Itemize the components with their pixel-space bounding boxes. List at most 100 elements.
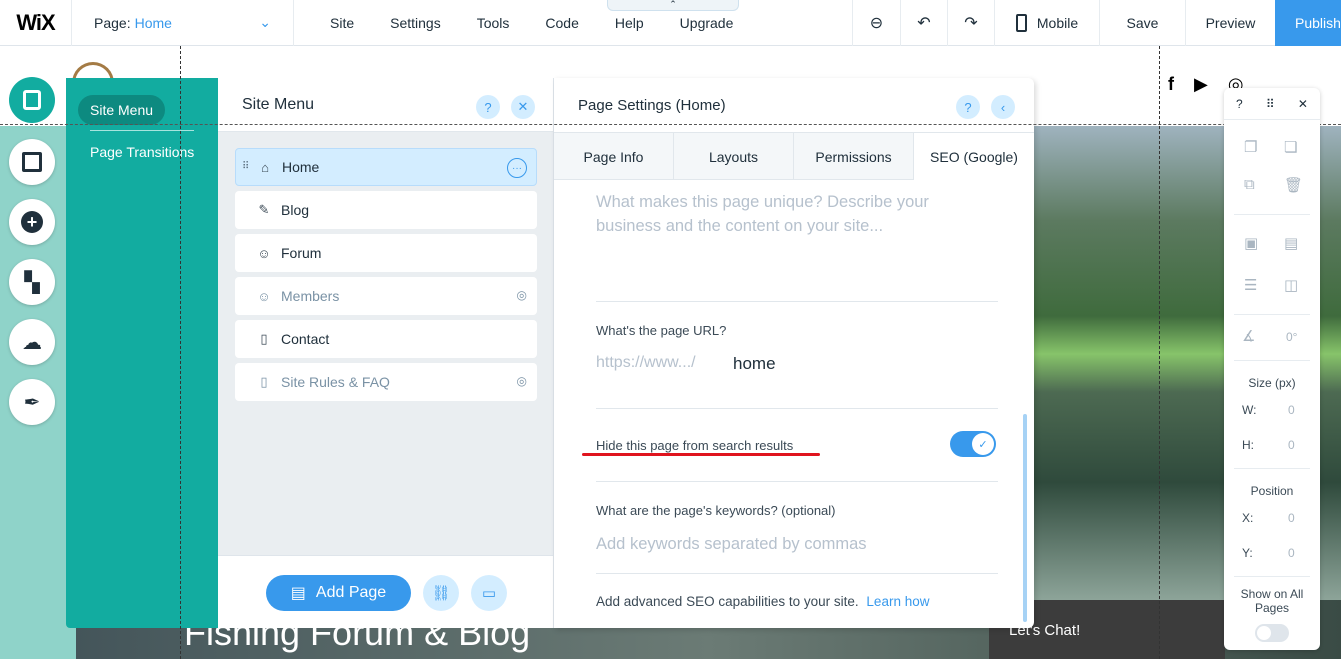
divider <box>1234 314 1310 315</box>
help-icon[interactable]: ? <box>476 95 500 119</box>
page-item-members[interactable]: ☺ Members ◎ <box>235 277 537 315</box>
tab-seo[interactable]: SEO (Google) <box>914 133 1034 180</box>
guide-line <box>0 124 1341 125</box>
preview-button[interactable]: Preview <box>1185 0 1275 46</box>
zoom-icon[interactable]: ⊖ <box>852 0 900 46</box>
page-selector[interactable]: Page: Home ⌄ <box>72 0 294 46</box>
menu-tools[interactable]: Tools <box>477 15 510 31</box>
page-selector-value: Home <box>134 14 172 31</box>
left-rail: + ▚ ☁ ✒ <box>0 77 66 628</box>
close-icon[interactable]: ✕ <box>511 95 535 119</box>
background-button[interactable] <box>9 139 55 185</box>
check-icon: ✓ <box>972 433 994 455</box>
page-item-blog[interactable]: ✎ Blog <box>235 191 537 229</box>
paste-icon[interactable]: ❏ <box>1284 138 1297 156</box>
pen-nib-icon: ✒ <box>23 391 41 414</box>
link-icon[interactable]: ⛓ <box>423 575 459 611</box>
mobile-button[interactable]: Mobile <box>994 0 1099 46</box>
learn-how-link[interactable]: Learn how <box>866 594 929 609</box>
redo-icon[interactable]: ↷ <box>947 0 994 46</box>
help-icon[interactable]: ? <box>1236 97 1243 111</box>
description-field[interactable]: What makes this page unique? Describe yo… <box>596 190 986 238</box>
page-item-home[interactable]: ⠿ ⌂ Home ··· <box>235 148 537 186</box>
page-item-forum[interactable]: ☺ Forum <box>235 234 537 272</box>
background-icon <box>22 152 42 172</box>
copy-icon[interactable]: ❐ <box>1244 138 1257 156</box>
menu-site[interactable]: Site <box>330 15 354 31</box>
add-page-button[interactable]: ▤ Add Page <box>266 575 411 611</box>
publish-button[interactable]: Publish <box>1275 0 1341 46</box>
hide-page-toggle[interactable]: ✓ <box>950 431 996 457</box>
page-item-contact[interactable]: ▯ Contact <box>235 320 537 358</box>
url-field[interactable]: home <box>733 354 776 374</box>
undo-icon[interactable]: ↶ <box>900 0 947 46</box>
distribute-icon[interactable]: ☰ <box>1244 276 1257 294</box>
tab-layouts[interactable]: Layouts <box>674 133 794 180</box>
page-item-label: Home <box>282 159 320 175</box>
close-icon[interactable]: ✕ <box>1298 97 1308 111</box>
width-label: W: <box>1242 403 1257 417</box>
hidden-eye-icon: ◎ <box>516 374 527 388</box>
add-page-icon: ▤ <box>290 585 306 602</box>
guide-line <box>1159 46 1160 659</box>
y-value[interactable]: 0 <box>1288 546 1295 560</box>
chevron-down-icon: ⌄ <box>259 13 271 30</box>
chevron-up-icon: ⌃ <box>669 0 677 9</box>
page-item-label: Site Rules & FAQ <box>281 374 390 390</box>
pages-menu-button[interactable] <box>9 77 55 123</box>
page-item-site-rules[interactable]: ▯ Site Rules & FAQ ◎ <box>235 363 537 401</box>
page-icon: ▯ <box>260 331 268 346</box>
tab-permissions[interactable]: Permissions <box>794 133 914 180</box>
height-label: H: <box>1242 438 1254 452</box>
divider <box>1234 214 1310 215</box>
more-options-icon[interactable]: ··· <box>507 158 527 178</box>
help-icon[interactable]: ? <box>956 95 980 119</box>
match-size-icon[interactable]: ◫ <box>1284 276 1298 294</box>
page-transitions-tab[interactable]: Page Transitions <box>90 144 194 160</box>
drag-handle-icon[interactable]: ⠿ <box>1266 97 1275 111</box>
width-value[interactable]: 0 <box>1288 403 1295 417</box>
menu-code[interactable]: Code <box>545 15 578 31</box>
drag-handle-icon[interactable]: ⠿ <box>242 161 249 172</box>
site-menu-tab[interactable]: Site Menu <box>78 95 166 125</box>
mobile-label: Mobile <box>1036 15 1079 31</box>
duplicate-icon[interactable]: ⧉ <box>1244 176 1255 193</box>
position-label: Position <box>1250 484 1294 498</box>
add-apps-button[interactable]: ▚ <box>9 259 55 305</box>
wix-logo[interactable]: WiX <box>0 0 72 46</box>
menu-upgrade[interactable]: Upgrade <box>680 15 734 31</box>
save-button[interactable]: Save <box>1099 0 1185 46</box>
tab-page-info[interactable]: Page Info <box>554 133 674 180</box>
page-item-label: Members <box>281 288 340 304</box>
page-settings-title: Page Settings (Home) <box>578 96 726 114</box>
toolbar-header: ? ⠿ ✕ <box>1224 88 1320 120</box>
pen-icon: ✎ <box>258 202 270 217</box>
align-icon[interactable]: ▤ <box>1284 234 1298 252</box>
delete-icon[interactable]: 🗑 <box>1284 176 1303 194</box>
menu-help[interactable]: Help <box>615 15 644 31</box>
x-value[interactable]: 0 <box>1288 511 1295 525</box>
keywords-label: What are the page's keywords? (optional) <box>596 503 836 518</box>
mobile-icon <box>1015 14 1027 32</box>
back-icon[interactable]: ‹ <box>991 95 1015 119</box>
blog-button[interactable]: ✒ <box>9 379 55 425</box>
folder-icon[interactable]: ▭ <box>471 575 507 611</box>
hide-page-label: Hide this page from search results <box>596 438 794 453</box>
hidden-eye-icon: ◎ <box>516 288 527 302</box>
media-upload-button[interactable]: ☁ <box>9 319 55 365</box>
advanced-seo-label: Add advanced SEO capabilities to your si… <box>596 594 859 609</box>
add-button[interactable]: + <box>9 199 55 245</box>
collapse-topbar-button[interactable]: ⌃ <box>607 0 739 11</box>
height-value[interactable]: 0 <box>1288 438 1295 452</box>
menu-settings[interactable]: Settings <box>390 15 441 31</box>
arrange-icon[interactable]: ▣ <box>1244 234 1258 252</box>
rotation-value[interactable]: 0° <box>1286 330 1297 344</box>
rotate-icon[interactable]: ∡ <box>1242 327 1255 345</box>
scrollbar[interactable] <box>1023 414 1027 622</box>
people-icon: ☺ <box>257 288 271 304</box>
page-selector-label: Page: <box>94 14 131 31</box>
pages-icon <box>23 90 41 110</box>
show-all-pages-toggle[interactable] <box>1255 624 1289 642</box>
url-prefix: https://www.../ <box>596 354 696 371</box>
keywords-field[interactable]: Add keywords separated by commas <box>596 535 867 554</box>
